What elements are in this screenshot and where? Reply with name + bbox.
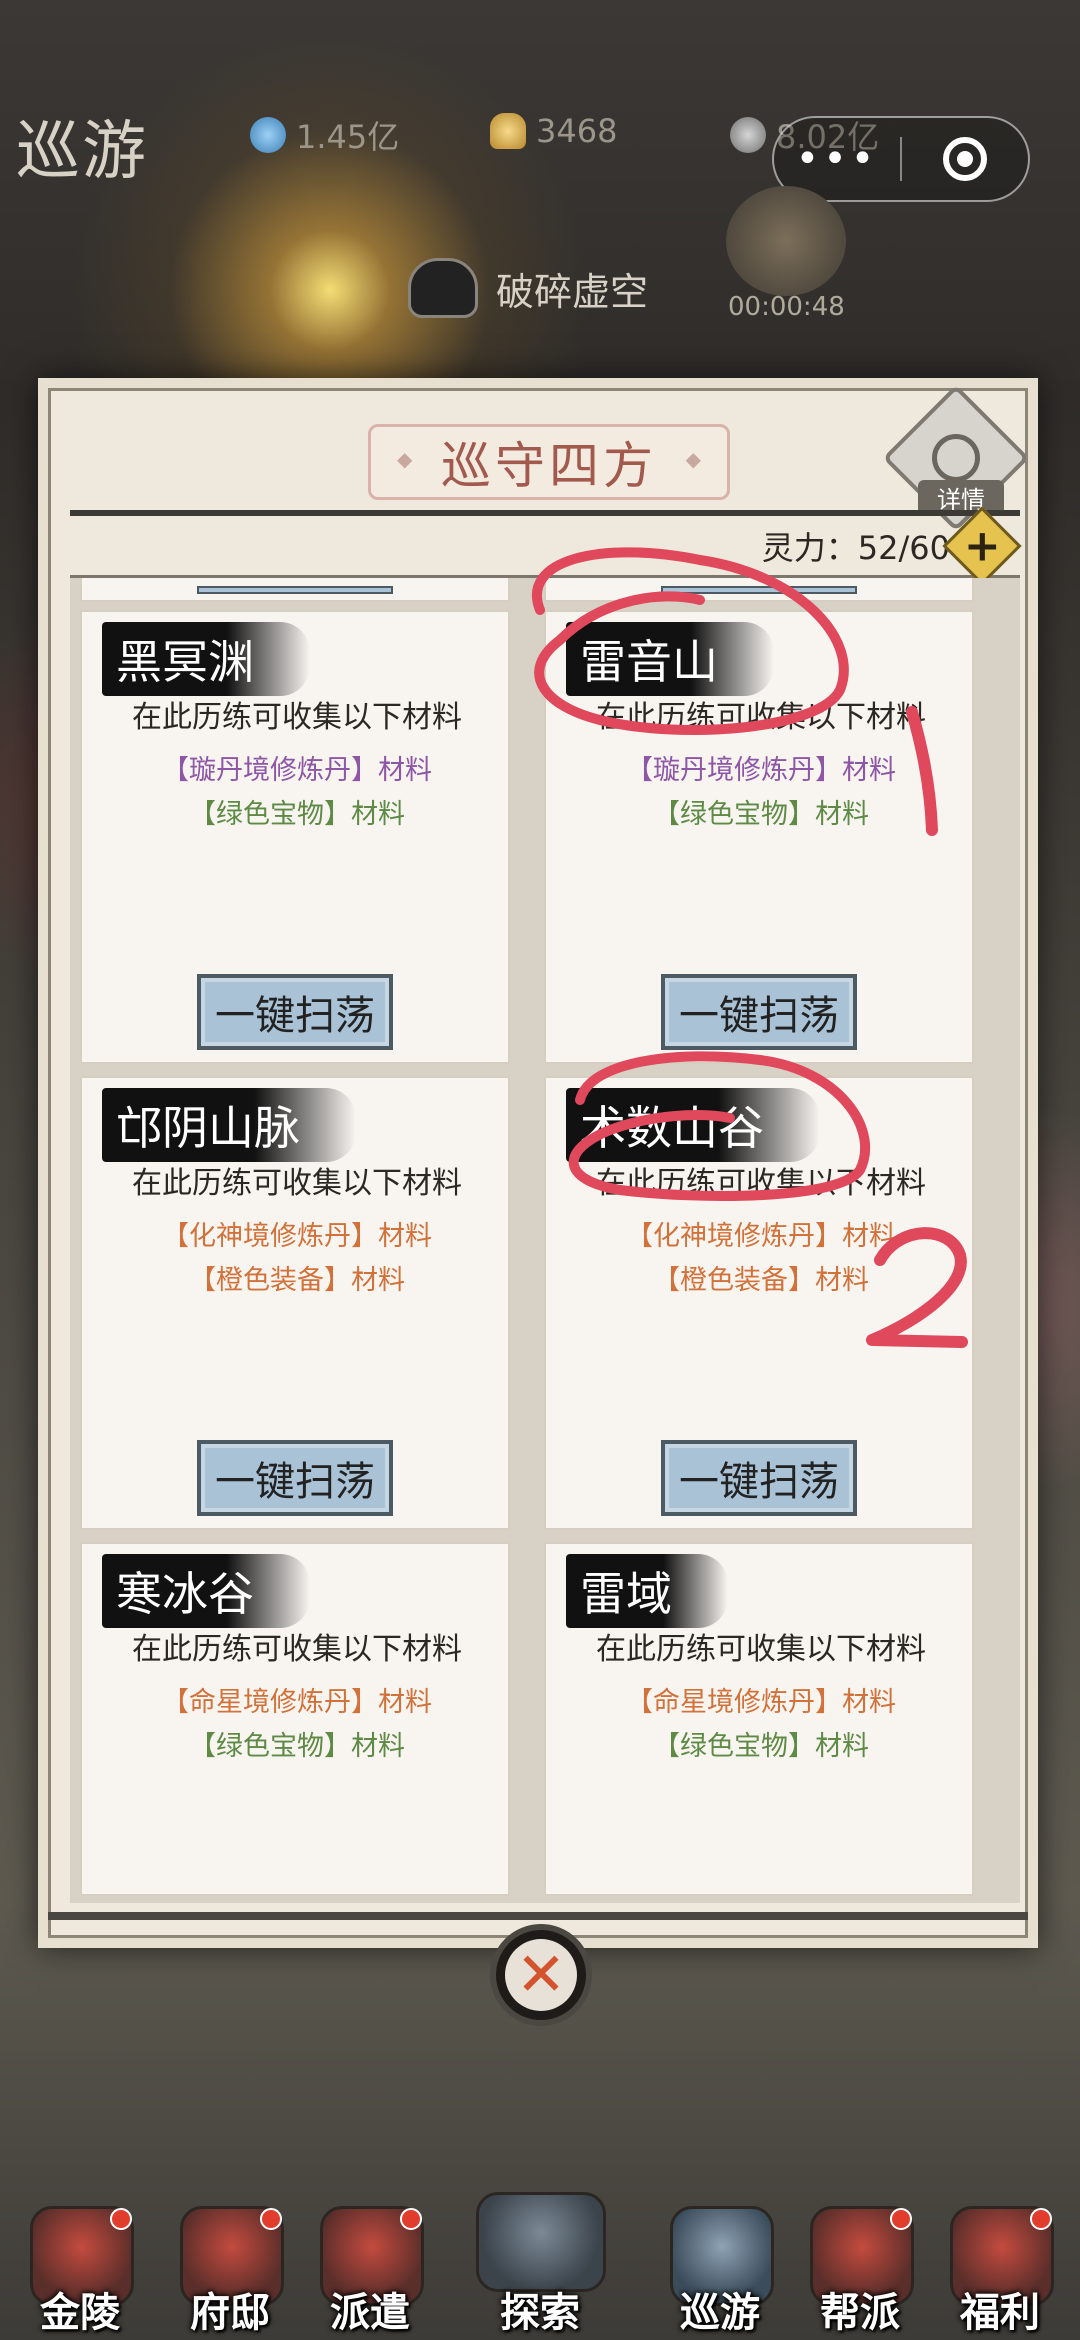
add-stamina-button[interactable]: + [942, 505, 1022, 586]
nav-item-xunyou[interactable]: 巡游 [650, 2196, 790, 2340]
sweep-button[interactable]: 一键扫荡 [661, 1440, 857, 1516]
location-desc: 在此历练可收集以下材料 [132, 1632, 462, 1667]
notification-dot [260, 2208, 282, 2230]
nav-label: 福利 [960, 2289, 1040, 2336]
event-timer: 00:00:48 [728, 292, 845, 322]
location-card-heimingyuan[interactable]: 黑冥渊 在此历练可收集以下材料 【璇丹境修炼丹】材料 【绿色宝物】材料 一键扫荡 [80, 610, 510, 1064]
sweep-button[interactable]: 一键扫荡 [661, 974, 857, 1050]
location-desc: 在此历练可收集以下材料 [596, 700, 926, 735]
more-menu-button[interactable]: ••• [774, 136, 900, 182]
location-card-hanbinggu[interactable]: 寒冰谷 在此历练可收集以下材料 【命星境修炼丹】材料 【绿色宝物】材料 [80, 1542, 510, 1896]
panel-title-frame: 巡守四方 [368, 424, 730, 500]
nav-item-tansuo[interactable]: 探索 [470, 2192, 610, 2340]
nav-item-fuli[interactable]: 福利 [930, 2196, 1070, 2340]
resource-gold: 3468 [490, 112, 617, 150]
stamina-value: 灵力：52/60 [761, 528, 950, 567]
location-name: 邙阴山脉 [102, 1088, 356, 1162]
location-card-leiyinshan[interactable]: 雷音山 在此历练可收集以下材料 【璇丹境修炼丹】材料 【绿色宝物】材料 一键扫荡 [544, 610, 974, 1064]
spirit-stone-icon [250, 117, 286, 153]
location-desc: 在此历练可收集以下材料 [132, 1166, 462, 1201]
explore-icon [476, 2192, 606, 2292]
nav-label: 探索 [500, 2289, 580, 2336]
notification-dot [1030, 2208, 1052, 2230]
stamina-bar: 灵力：52/60 + [70, 505, 1022, 586]
nav-label: 帮派 [820, 2289, 900, 2336]
close-x-icon: ✕ [505, 1939, 577, 2011]
location-desc: 在此历练可收集以下材料 [132, 700, 462, 735]
notification-dot [110, 2208, 132, 2230]
location-card-shushushangu[interactable]: 术数山谷 在此历练可收集以下材料 【化神境修炼丹】材料 【橙色装备】材料 一键扫… [544, 1076, 974, 1530]
event-broken-void[interactable]: 破碎虚空 [408, 258, 648, 318]
event-label: 破碎虚空 [496, 269, 649, 314]
nav-label: 金陵 [40, 2289, 120, 2336]
swirl-icon [932, 434, 980, 482]
bottom-nav: 金陵 府邸 派遣 探索 巡游 帮派 福利 [0, 2192, 1080, 2340]
material-1: 【璇丹境修炼丹】材料 [162, 755, 432, 786]
material-1: 【命星境修炼丹】材料 [162, 1687, 432, 1718]
target-icon [942, 137, 987, 181]
boss-avatar[interactable] [726, 186, 846, 296]
location-desc: 在此历练可收集以下材料 [596, 1166, 926, 1201]
material-2: 【绿色宝物】材料 [653, 799, 869, 830]
patrol-panel: 巡守四方 详情 灵力：52/60 + 黑冥渊 在此历练可收集以下材料 【璇丹境修… [38, 378, 1038, 1948]
location-list[interactable]: 黑冥渊 在此历练可收集以下材料 【璇丹境修炼丹】材料 【绿色宝物】材料 一键扫荡… [70, 578, 1020, 1903]
nav-label: 府邸 [190, 2289, 270, 2336]
resource-spirit-stone: 1.45亿 [250, 112, 399, 158]
material-2: 【绿色宝物】材料 [189, 1731, 405, 1762]
nav-label: 巡游 [680, 2289, 760, 2336]
notification-dot [400, 2208, 422, 2230]
plus-icon: + [963, 519, 1001, 571]
nav-item-jinling[interactable]: 金陵 [10, 2196, 150, 2340]
material-2: 【绿色宝物】材料 [653, 1731, 869, 1762]
close-button[interactable]: ✕ [490, 1924, 592, 2026]
material-1: 【化神境修炼丹】材料 [626, 1221, 896, 1252]
mini-program-capsule: ••• [772, 116, 1030, 202]
page-title: 巡游 [16, 115, 148, 189]
material-1: 【命星境修炼丹】材料 [626, 1687, 896, 1718]
notification-dot [890, 2208, 912, 2230]
sweep-button-partial [197, 586, 393, 594]
nav-label: 派遣 [330, 2289, 410, 2336]
resource-value: 3468 [536, 112, 618, 150]
panel-title: 巡守四方 [441, 437, 657, 495]
list-item-partial [544, 578, 974, 602]
material-1: 【化神境修炼丹】材料 [162, 1221, 432, 1252]
location-name: 术数山谷 [566, 1088, 820, 1162]
location-name: 寒冰谷 [102, 1554, 310, 1628]
resource-value: 1.45亿 [296, 118, 400, 156]
nav-item-paiqian[interactable]: 派遣 [300, 2196, 440, 2340]
location-card-mangyinshanmai[interactable]: 邙阴山脉 在此历练可收集以下材料 【化神境修炼丹】材料 【橙色装备】材料 一键扫… [80, 1076, 510, 1530]
sweep-button[interactable]: 一键扫荡 [197, 974, 393, 1050]
nav-item-fudi[interactable]: 府邸 [160, 2196, 300, 2340]
location-name: 黑冥渊 [102, 622, 310, 696]
list-item-partial [80, 578, 510, 602]
material-2: 【绿色宝物】材料 [189, 799, 405, 830]
sweep-button[interactable]: 一键扫荡 [197, 1440, 393, 1516]
material-2: 【橙色装备】材料 [189, 1265, 405, 1296]
material-1: 【璇丹境修炼丹】材料 [626, 755, 896, 786]
nav-item-bangpai[interactable]: 帮派 [790, 2196, 930, 2340]
gold-ingot-icon [490, 113, 526, 149]
helmet-icon [408, 258, 478, 318]
sword-icon [730, 117, 766, 153]
material-2: 【橙色装备】材料 [653, 1265, 869, 1296]
location-name: 雷域 [566, 1554, 728, 1628]
location-name: 雷音山 [566, 622, 774, 696]
location-card-leiyu[interactable]: 雷域 在此历练可收集以下材料 【命星境修炼丹】材料 【绿色宝物】材料 [544, 1542, 974, 1896]
sweep-button-partial [661, 586, 857, 594]
location-desc: 在此历练可收集以下材料 [596, 1632, 926, 1667]
close-mini-program-button[interactable] [902, 137, 1028, 181]
